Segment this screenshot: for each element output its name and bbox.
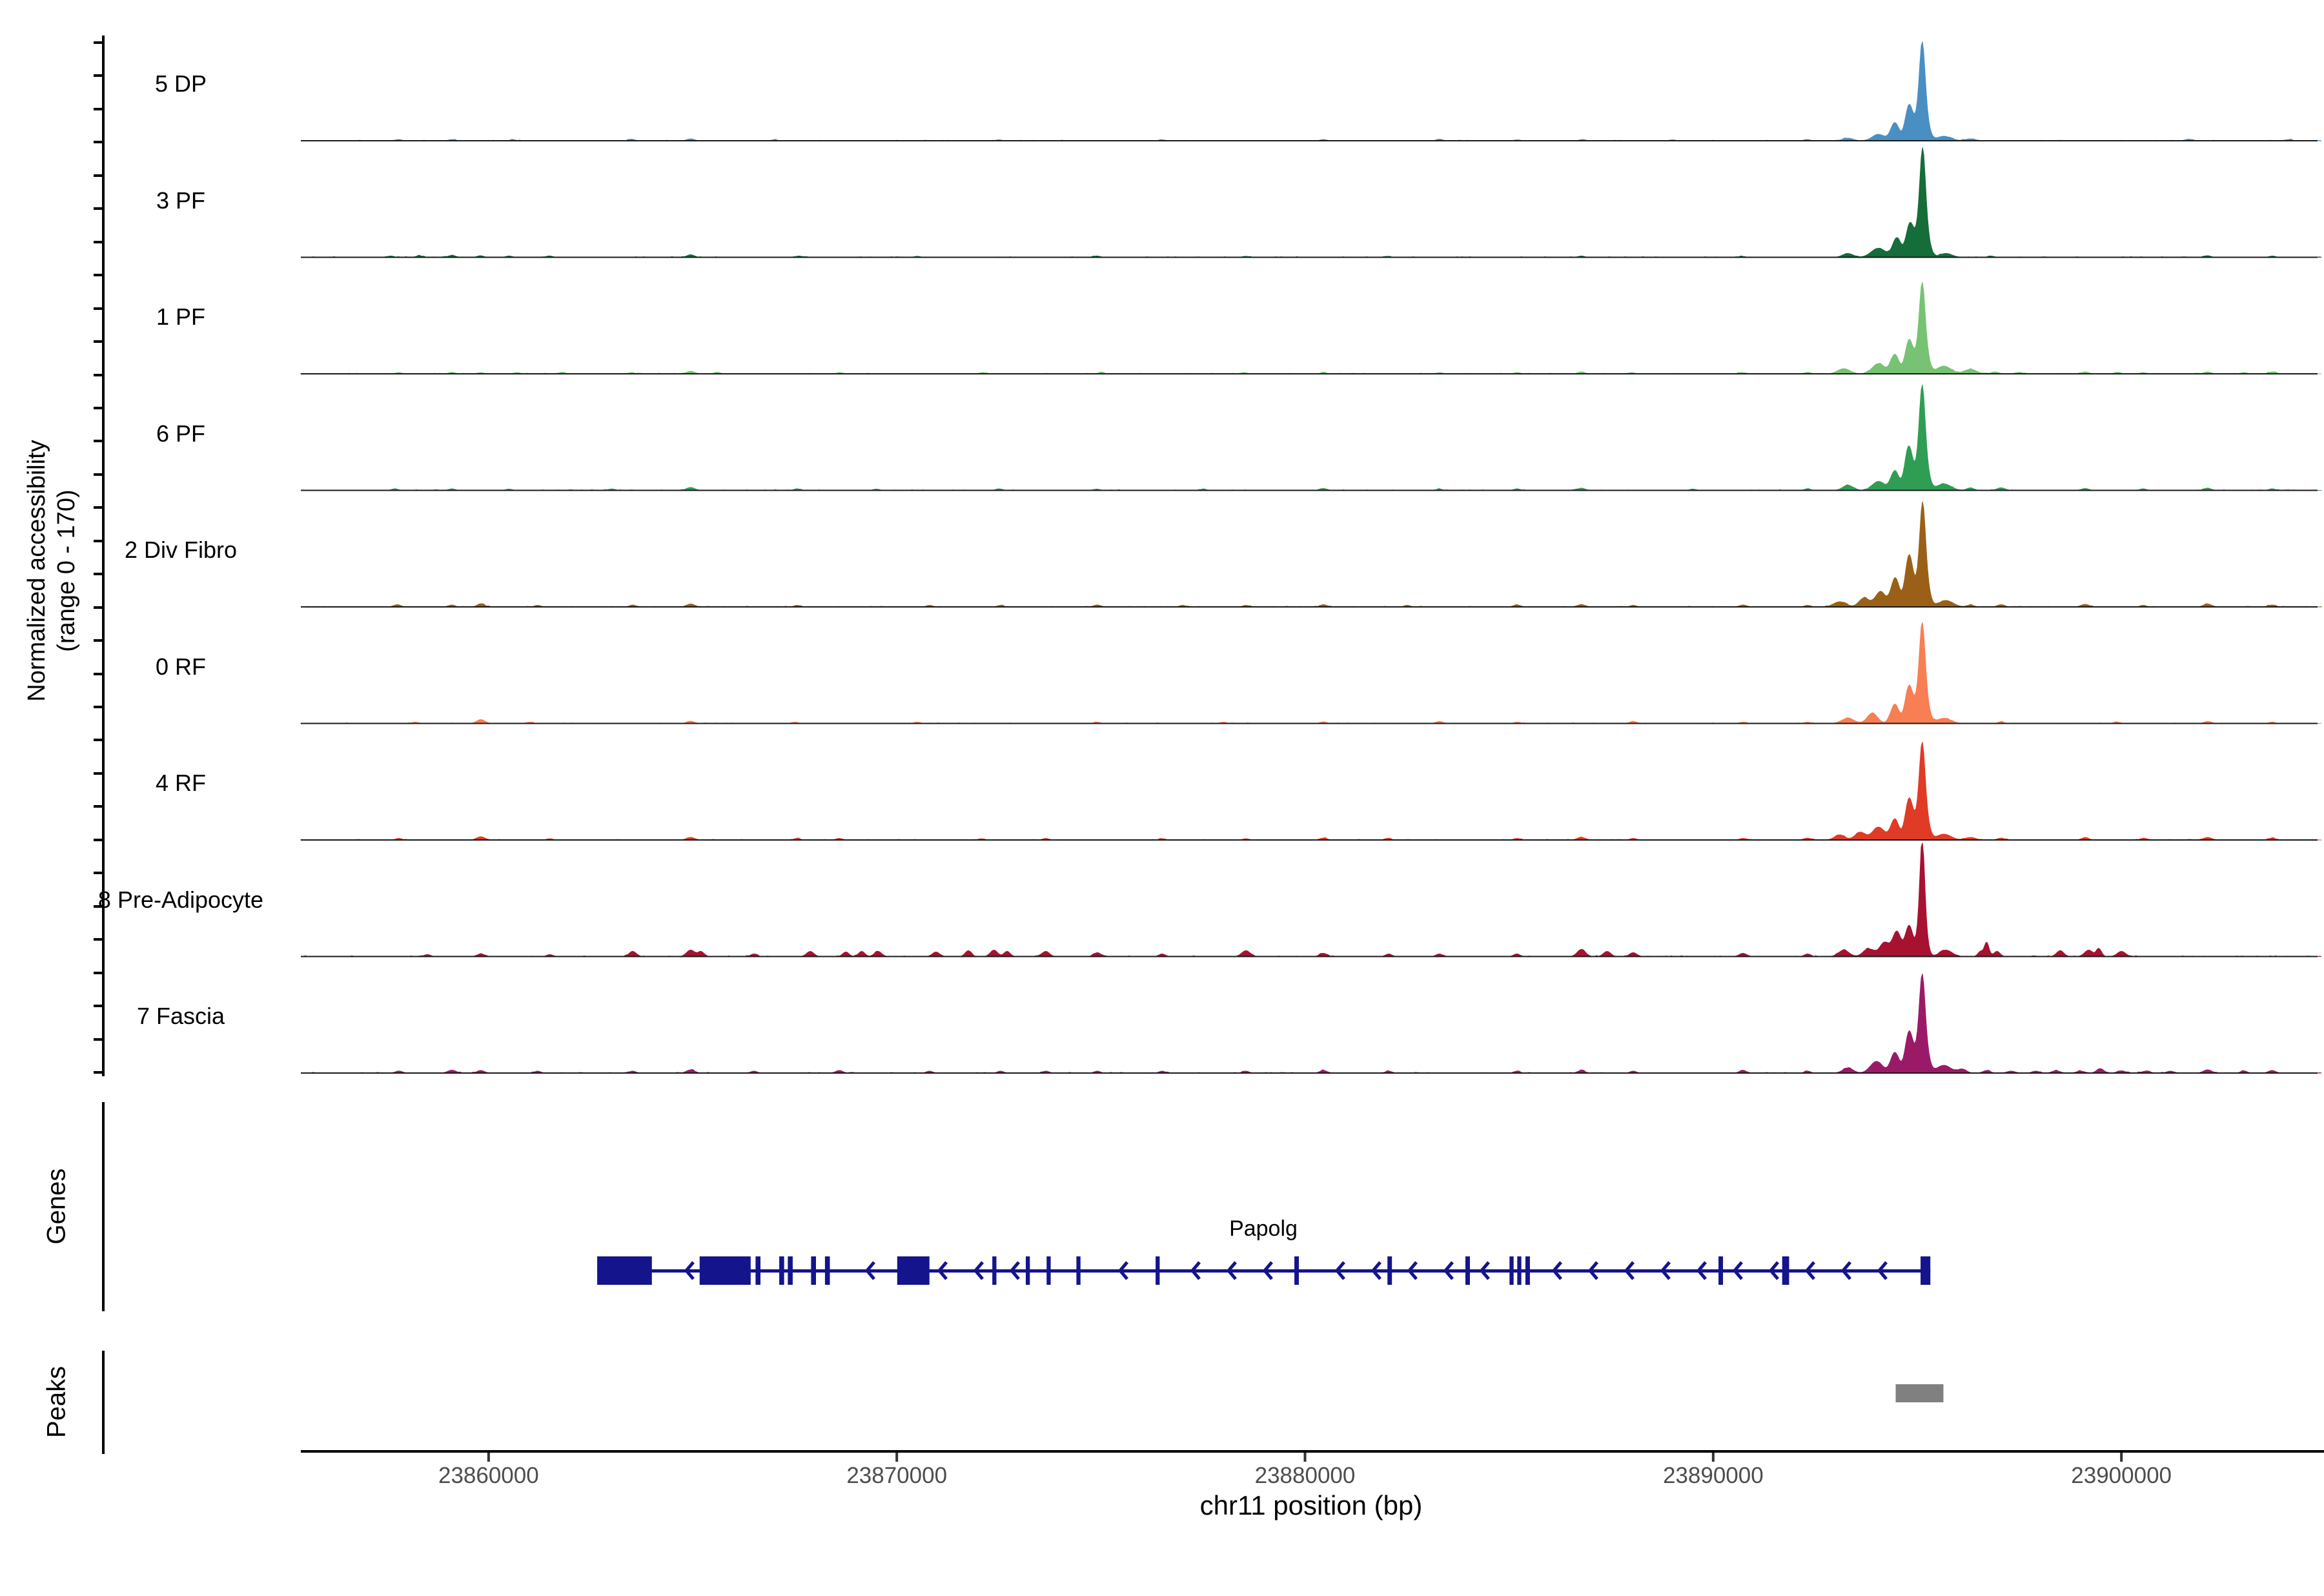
y-axis-tick <box>94 606 102 609</box>
track-baseline-4-rf <box>301 839 2318 841</box>
genes-axis-line <box>102 1102 105 1311</box>
peaks-section-label: Peaks <box>42 1366 71 1438</box>
gene-exon <box>992 1256 997 1285</box>
track-signal-6-pf <box>300 384 2321 491</box>
gene-exon <box>1509 1256 1514 1285</box>
gene-exon <box>1921 1256 1931 1285</box>
x-axis-tick <box>487 1453 490 1462</box>
x-tick-label-23890000: 23890000 <box>1662 1463 1764 1488</box>
y-axis-tick <box>94 872 102 874</box>
x-tick-label-23870000: 23870000 <box>846 1463 948 1488</box>
y-axis-tick <box>94 706 102 708</box>
gene-exon <box>897 1256 930 1285</box>
y-axis-tick <box>94 141 102 143</box>
y-axis-label-line1: Normalized accessibility <box>23 440 50 702</box>
x-axis-tick <box>895 1453 899 1462</box>
track-baseline-8-pre-adipocyte <box>301 956 2318 957</box>
track-baseline-0-rf <box>301 722 2318 724</box>
track-signal-3-pf <box>301 147 2322 258</box>
gene-exon <box>1718 1256 1724 1285</box>
x-tick-label-23900000: 23900000 <box>2071 1463 2172 1488</box>
gene-exon <box>811 1256 816 1285</box>
gene-exon <box>1026 1256 1030 1285</box>
gene-exon <box>597 1256 652 1285</box>
y-axis-tick <box>94 739 102 741</box>
y-axis-tick <box>94 639 102 642</box>
x-axis-tick <box>2120 1453 2123 1462</box>
track-label-2-div-fibro: 2 Div Fibro <box>124 537 238 563</box>
track-signal-4-rf <box>300 742 2321 841</box>
track-label-0-rf: 0 RF <box>155 653 206 680</box>
peak-region-box <box>1895 1384 1944 1402</box>
track-label-1-pf: 1 PF <box>156 303 206 330</box>
gene-exon <box>1782 1256 1789 1285</box>
track-baseline-3-pf <box>301 256 2318 258</box>
gene-exon <box>1517 1256 1522 1285</box>
gene-exon <box>788 1256 793 1285</box>
y-axis-tick <box>94 41 102 44</box>
y-axis-tick <box>94 1038 102 1041</box>
y-axis-tick <box>94 473 102 476</box>
gene-exon <box>1387 1256 1392 1285</box>
track-label-3-pf: 3 PF <box>156 187 206 214</box>
track-signal-7-fascia <box>301 974 2322 1074</box>
y-axis-tick <box>94 938 102 941</box>
y-axis-tick <box>94 241 102 243</box>
gene-exon <box>824 1256 830 1285</box>
x-axis-label: chr11 position (bp) <box>1199 1490 1423 1520</box>
track-label-7-fascia: 7 Fascia <box>136 1003 225 1029</box>
track-baseline-6-pf <box>301 489 2318 491</box>
x-tick-label-23860000: 23860000 <box>438 1463 539 1488</box>
track-baseline-2-div-fibro <box>301 606 2318 608</box>
track-signal-8-pre-adipocyte <box>301 843 2322 957</box>
y-axis-tick <box>94 573 102 575</box>
y-axis-tick <box>94 274 102 276</box>
track-baseline-7-fascia <box>301 1072 2318 1074</box>
track-signal-5-dp <box>301 41 2322 141</box>
x-axis-line <box>301 1450 2324 1453</box>
y-axis-tick <box>94 407 102 409</box>
gene-exon <box>1076 1256 1081 1285</box>
figure-canvas <box>94 36 2324 1462</box>
gene-exon <box>779 1256 784 1285</box>
gene-exon <box>755 1256 760 1285</box>
track-signal-2-div-fibro <box>301 502 2322 608</box>
gene-exon <box>1046 1256 1051 1285</box>
x-axis-tick <box>1711 1453 1715 1462</box>
track-signal-1-pf <box>300 282 2321 374</box>
y-axis-tick <box>94 972 102 974</box>
gene-exon <box>1156 1256 1160 1285</box>
gene-exon <box>1294 1256 1300 1285</box>
gene-name-label: Papolg <box>1229 1216 1298 1241</box>
peaks-axis-line <box>102 1351 105 1454</box>
track-signal-0-rf <box>300 622 2321 724</box>
y-axis-tick <box>94 108 102 110</box>
track-label-4-rf: 4 RF <box>155 770 206 796</box>
y-axis-tick <box>94 1071 102 1074</box>
gene-exon <box>699 1256 751 1285</box>
track-label-8-pre-adipocyte: 8 Pre-Adipocyte <box>97 886 264 913</box>
y-axis-tick <box>94 805 102 808</box>
y-axis-tick <box>94 174 102 177</box>
gene-exon <box>1525 1256 1530 1285</box>
x-axis-tick <box>1303 1453 1307 1462</box>
track-baseline-1-pf <box>301 373 2318 374</box>
track-label-5-dp: 5 DP <box>154 70 207 97</box>
gene-exon <box>1465 1256 1470 1285</box>
track-baseline-5-dp <box>301 140 2318 141</box>
x-tick-label-23880000: 23880000 <box>1254 1463 1356 1488</box>
y-axis-tick <box>94 506 102 509</box>
track-label-6-pf: 6 PF <box>156 420 206 447</box>
y-axis-tick <box>94 839 102 841</box>
y-axis-tick <box>94 340 102 343</box>
y-axis-tick <box>94 374 102 376</box>
coverage-plot-figure: Normalized accessibility (range 0 - 170)… <box>0 0 2324 1550</box>
